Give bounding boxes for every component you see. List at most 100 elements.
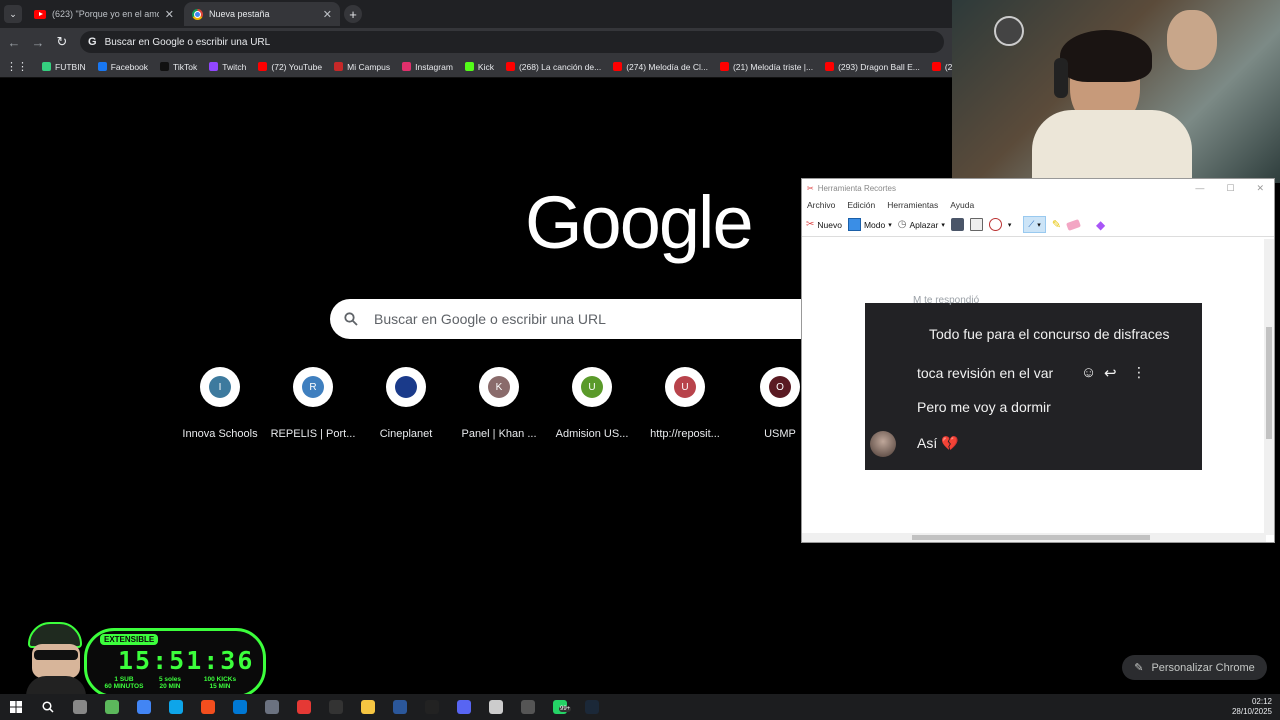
windows-icon [10,701,22,713]
chat-partial-line: M te respondió [913,295,980,306]
start-button[interactable] [0,694,32,720]
bookmark-item[interactable]: TikTok [154,62,203,72]
bookmark-item[interactable]: (268) La canción de... [500,62,607,72]
minimize-button[interactable]: — [1195,183,1204,194]
shortcut-tile[interactable]: K Panel | Khan ... [454,367,544,440]
menu-item[interactable]: Ayuda [950,200,974,210]
taskbar-app[interactable] [480,694,512,720]
scrollbar-thumb[interactable] [912,535,1150,540]
send-icon[interactable] [988,218,1002,231]
taskbar-app[interactable]: 99+ [544,694,576,720]
new-snip-button[interactable]: ✂ Nuevo [806,219,842,230]
vertical-scrollbar[interactable] [1264,239,1274,535]
bookmark-item[interactable]: Twitch [203,62,252,72]
bookmark-item[interactable]: Kick [459,62,500,72]
shortcut-tile[interactable]: Uhttp://reposit... [640,367,730,440]
taskbar-app[interactable] [352,694,384,720]
maximize-button[interactable]: ☐ [1226,183,1234,194]
taskbar-app[interactable] [64,694,96,720]
back-button[interactable]: ← [2,35,26,50]
chrome-icon [137,700,151,714]
ntp-search-box[interactable]: Buscar en Google o escribir una URL [330,299,810,339]
personalize-chrome-button[interactable]: ✎ Personalizar Chrome [1122,655,1267,680]
bookmark-label: (274) Melodía de Cl... [626,61,708,72]
cartoon-avatar [18,620,90,704]
apps-grid-icon[interactable]: ⋮⋮ [6,60,36,73]
paint3d-icon[interactable]: ◆ [1096,218,1105,232]
reply-icon[interactable]: ↩ [1104,364,1117,382]
menu-item[interactable]: Herramientas [887,200,938,210]
bookmark-favicon-icon [464,62,474,71]
bookmark-label: FUTBIN [55,61,86,72]
taskbar-app[interactable] [128,694,160,720]
taskbar-app[interactable] [384,694,416,720]
taskbar-app[interactable] [192,694,224,720]
tab-search-button[interactable]: ⌄ [4,5,22,23]
bookmark-item[interactable]: (72) YouTube [252,62,328,72]
file-explorer-icon [361,700,375,714]
menu-item[interactable]: Archivo [807,200,835,210]
discord-icon [265,700,279,714]
taskbar-app[interactable] [288,694,320,720]
bookmark-item[interactable]: (274) Melodía de Cl... [607,62,714,72]
extensible-badge: EXTENSIBLE [100,634,159,645]
bookmark-favicon-icon [825,62,835,71]
close-icon[interactable]: ✕ [323,8,332,21]
taskbar-app[interactable] [576,694,608,720]
taskbar-app[interactable] [224,694,256,720]
shortcut-tile[interactable]: I Innova Schools [175,367,265,440]
omnibox[interactable]: G Buscar en Google o escribir una URL [80,31,944,53]
tab-strip: ⌄ (623) "Porque yo en el amor so... ✕ Nu… [0,0,952,28]
taskbar-app[interactable] [256,694,288,720]
bookmark-item[interactable]: (21) Melodía triste |... [714,62,819,72]
emoji-reaction-icon[interactable]: ☺ [1081,364,1096,381]
mode-label: Modo [863,219,886,230]
taskbar-app[interactable] [448,694,480,720]
word-icon [393,700,407,714]
taskbar-app[interactable] [512,694,544,720]
bookmark-item[interactable]: Mi Campus [328,62,396,72]
chevron-down-icon[interactable]: ▾ [1008,221,1012,229]
bookmark-item[interactable]: Facebook [92,62,154,72]
close-button[interactable]: ✕ [1256,183,1264,194]
info-top: 100 KICKs [203,676,237,683]
taskbar-app[interactable] [160,694,192,720]
horizontal-scrollbar[interactable] [802,533,1266,542]
copy-icon[interactable] [969,218,983,231]
snip-title: Herramienta Recortes [817,183,896,193]
shortcut-tile[interactable]: Cineplanet [361,367,451,440]
tab-youtube[interactable]: (623) "Porque yo en el amor so... ✕ [26,2,182,26]
more-options-icon[interactable]: ⋮ [1132,364,1146,381]
tab-new-tab[interactable]: Nueva pestaña ✕ [184,2,340,26]
scrollbar-thumb[interactable] [1266,327,1272,439]
menu-item[interactable]: Edición [847,200,875,210]
highlighter-icon[interactable]: ✎ [1052,218,1061,231]
personalize-label: Personalizar Chrome [1151,661,1255,674]
eraser-icon[interactable] [1066,218,1082,231]
shortcut-tile[interactable]: R REPELIS | Port... [268,367,358,440]
bookmarks-bar: ⋮⋮ FUTBIN Facebook TikTok Twitch (72) YouTub… [0,56,996,78]
close-icon[interactable]: ✕ [165,8,174,21]
clock-icon: ◷ [897,219,907,230]
forward-button[interactable]: → [26,35,50,50]
clock-date: 28/10/2025 [1231,707,1272,716]
search-button[interactable] [32,694,64,720]
bookmark-label: Kick [477,61,494,72]
reload-button[interactable]: ↻ [50,34,74,50]
sunglasses-icon [34,650,78,660]
pen-tool-button[interactable]: ⟋ ▾ [1023,216,1046,233]
shortcut-tile[interactable]: U Admision US... [547,367,637,440]
bookmark-item[interactable]: FUTBIN [36,62,92,72]
save-icon[interactable] [950,218,964,231]
mode-button[interactable]: Modo ▾ [847,218,892,231]
taskbar-app[interactable] [320,694,352,720]
bookmark-item[interactable]: (293) Dragon Ball E... [819,62,926,72]
delay-button[interactable]: ◷ Aplazar ▾ [898,219,945,230]
taskbar-app[interactable] [416,694,448,720]
new-tab-button[interactable]: + [344,5,362,23]
system-clock[interactable]: 02:12 28/10/2025 [1232,697,1280,717]
taskbar-app[interactable] [96,694,128,720]
shortcut-letter: O [769,376,791,398]
bookmark-item[interactable]: Instagram [396,62,459,72]
bookmark-label: Twitch [222,61,247,72]
